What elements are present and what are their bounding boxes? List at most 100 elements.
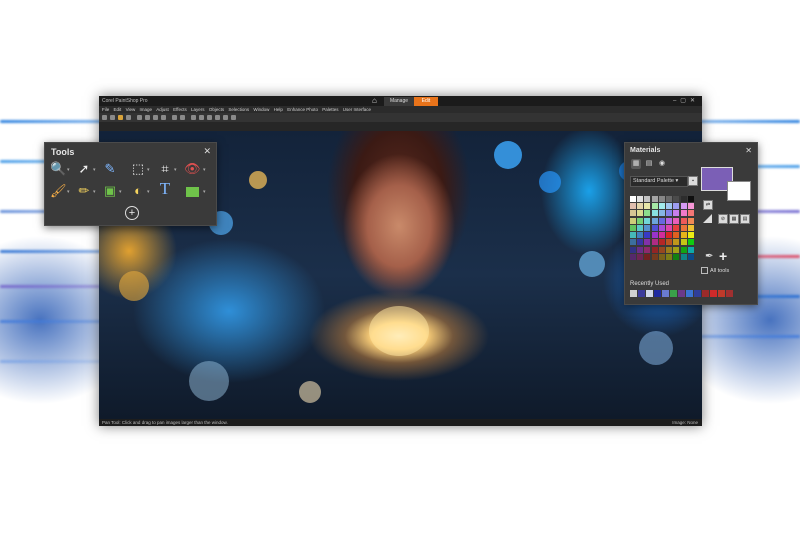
save-icon[interactable] <box>126 115 131 120</box>
style-triangle-icon[interactable] <box>703 214 712 223</box>
menu-image[interactable]: Image <box>140 106 153 113</box>
color-swatch[interactable] <box>666 217 673 224</box>
fill-icon[interactable]: ◐ <box>130 183 146 199</box>
tab-manage[interactable]: Manage <box>384 97 414 106</box>
chevron-down-icon[interactable]: ▾ <box>93 189 96 195</box>
menu-objects[interactable]: Objects <box>209 106 224 113</box>
color-swatch[interactable] <box>680 239 687 246</box>
palette-dropdown[interactable]: Standard Palette ▾ <box>630 176 688 187</box>
color-swatch[interactable] <box>673 253 680 260</box>
chevron-down-icon[interactable]: ▾ <box>147 167 150 173</box>
color-swatch[interactable] <box>687 246 694 253</box>
color-swatch[interactable] <box>637 203 644 210</box>
redo-icon[interactable] <box>180 115 185 120</box>
color-swatch[interactable] <box>630 203 636 210</box>
menu-selections[interactable]: Selections <box>228 106 249 113</box>
window-controls[interactable]: –▢✕ <box>673 97 699 104</box>
color-swatch[interactable] <box>644 203 651 210</box>
dropper-icon[interactable]: ✎ <box>102 161 118 177</box>
color-swatch[interactable] <box>637 210 644 217</box>
color-swatch[interactable] <box>680 196 687 202</box>
color-swatch[interactable] <box>673 217 680 224</box>
eyedropper-icon[interactable]: ✒ <box>705 251 713 262</box>
chevron-down-icon[interactable]: ▾ <box>67 189 70 195</box>
color-swatch[interactable] <box>666 196 673 202</box>
menu-layers[interactable]: Layers <box>191 106 205 113</box>
color-swatch[interactable] <box>637 253 644 260</box>
pattern-icon[interactable]: ▤ <box>740 214 750 224</box>
background-color-swatch[interactable] <box>727 181 751 201</box>
open-file-icon[interactable] <box>110 115 115 120</box>
color-swatch[interactable] <box>658 239 665 246</box>
recent-color-swatch[interactable] <box>678 290 685 297</box>
color-swatch[interactable] <box>658 203 665 210</box>
color-swatch[interactable] <box>644 196 651 202</box>
color-swatch[interactable] <box>666 253 673 260</box>
tab-edit[interactable]: Edit <box>414 97 438 106</box>
close-icon[interactable]: ✕ <box>745 146 752 155</box>
all-tools-checkbox[interactable]: All tools <box>701 267 729 274</box>
text-icon[interactable]: T <box>157 180 173 197</box>
color-swatch[interactable] <box>658 217 665 224</box>
flip-icon[interactable] <box>215 115 220 120</box>
paste-icon[interactable] <box>161 115 166 120</box>
color-swatch[interactable] <box>680 210 687 217</box>
color-swatch[interactable] <box>630 246 636 253</box>
color-swatch[interactable] <box>644 224 651 231</box>
color-swatch[interactable] <box>666 246 673 253</box>
menu-user-interface[interactable]: User Interface <box>343 106 371 113</box>
menu-file[interactable]: File <box>102 106 109 113</box>
color-swatch[interactable] <box>630 210 636 217</box>
folder-icon[interactable] <box>118 115 123 120</box>
color-swatch[interactable] <box>630 232 636 239</box>
color-swatch[interactable] <box>644 217 651 224</box>
recent-color-swatch[interactable] <box>630 290 637 297</box>
recent-color-swatch[interactable] <box>726 290 733 297</box>
chevron-down-icon[interactable]: ▾ <box>119 189 122 195</box>
color-swatch[interactable] <box>673 210 680 217</box>
color-swatch[interactable] <box>666 224 673 231</box>
menu-help[interactable]: Help <box>274 106 283 113</box>
color-swatch[interactable] <box>637 196 644 202</box>
color-swatch[interactable] <box>687 239 694 246</box>
color-swatch[interactable] <box>637 217 644 224</box>
color-swatch[interactable] <box>637 239 644 246</box>
color-swatch[interactable] <box>651 196 658 202</box>
color-swatch[interactable] <box>666 210 673 217</box>
color-swatch[interactable] <box>687 196 694 202</box>
color-swatch[interactable] <box>673 224 680 231</box>
chevron-down-icon[interactable]: ▾ <box>67 167 70 173</box>
crop-icon[interactable]: ⌗ <box>157 161 173 177</box>
frame-tab-icon[interactable]: ▤ <box>644 159 654 169</box>
color-swatch[interactable] <box>673 203 680 210</box>
recent-color-swatch[interactable] <box>646 290 653 297</box>
add-tool-button[interactable]: + <box>125 206 139 220</box>
color-swatch[interactable] <box>680 224 687 231</box>
recent-color-swatch[interactable] <box>694 290 701 297</box>
color-swatch[interactable] <box>673 246 680 253</box>
menu-view[interactable]: View <box>126 106 136 113</box>
menu-adjust[interactable]: Adjust <box>156 106 169 113</box>
color-swatch[interactable] <box>644 232 651 239</box>
brush-icon[interactable]: 🖌 <box>50 183 67 199</box>
color-swatch[interactable] <box>651 210 658 217</box>
color-swatch[interactable] <box>687 232 694 239</box>
wheel-tab-icon[interactable]: ◉ <box>657 159 667 169</box>
color-swatch[interactable] <box>637 246 644 253</box>
color-swatch[interactable] <box>658 224 665 231</box>
color-swatch[interactable] <box>680 232 687 239</box>
color-swatch[interactable] <box>630 217 636 224</box>
menu-edit[interactable]: Edit <box>114 106 122 113</box>
color-swatch[interactable] <box>651 224 658 231</box>
color-swatch[interactable] <box>658 196 665 202</box>
menu-window[interactable]: Window <box>253 106 269 113</box>
color-swatch[interactable] <box>680 217 687 224</box>
recent-color-swatch[interactable] <box>702 290 709 297</box>
chevron-down-icon[interactable]: ▾ <box>203 189 206 195</box>
color-swatch[interactable] <box>644 239 651 246</box>
resize-icon[interactable] <box>223 115 228 120</box>
new-file-icon[interactable] <box>102 115 107 120</box>
home-icon[interactable]: ⌂ <box>372 97 380 105</box>
zoom-out-icon[interactable] <box>199 115 204 120</box>
color-swatch[interactable] <box>630 224 636 231</box>
